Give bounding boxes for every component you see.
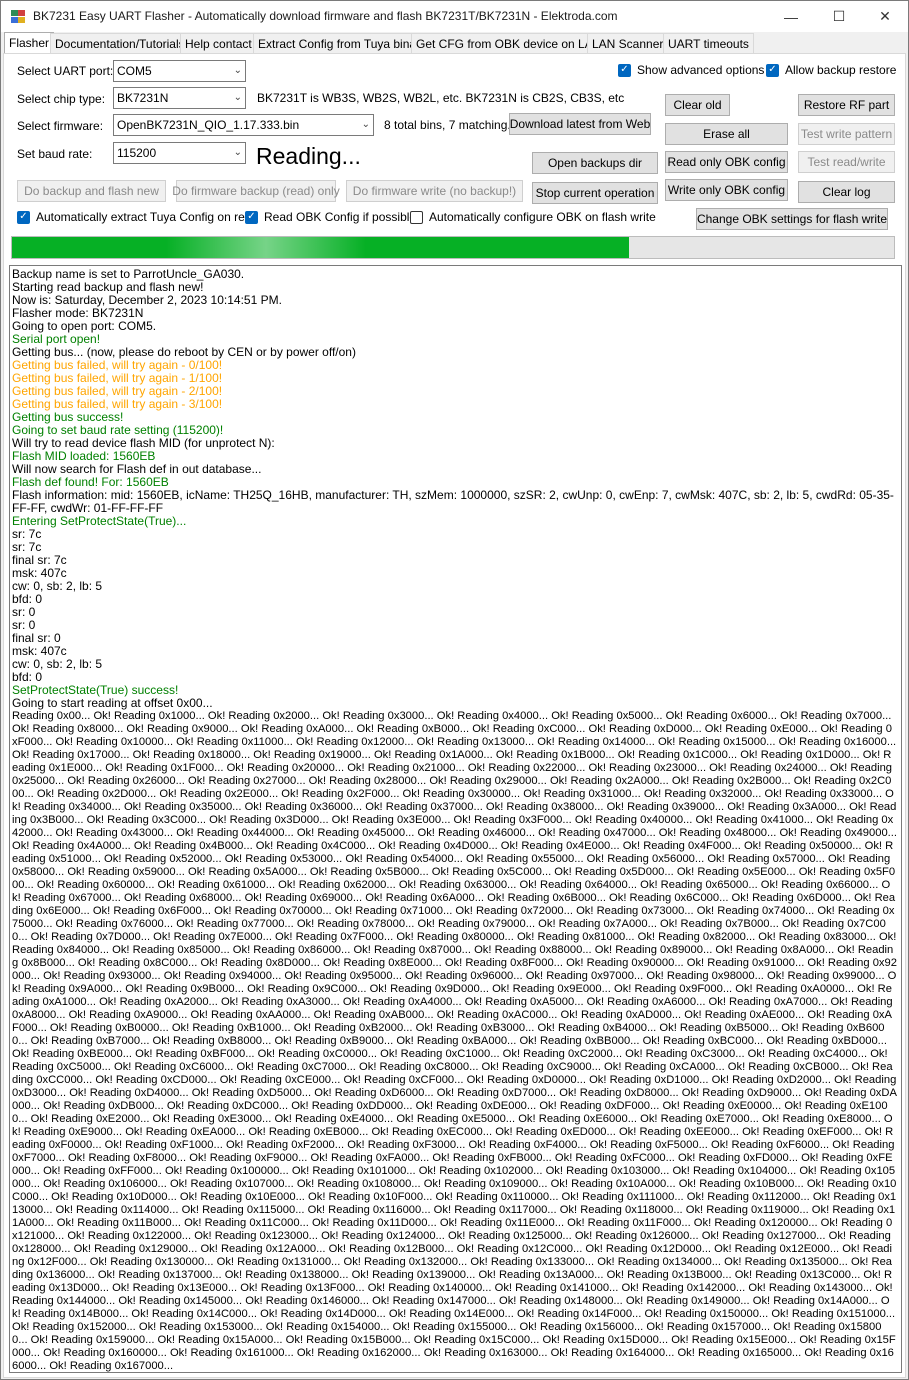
status-text: Reading... — [256, 143, 361, 169]
firmware-select[interactable]: OpenBK7231N_QIO_1.17.333.bin ⌄ — [113, 114, 374, 136]
firmware-count-text: 8 total bins, 7 matching. — [384, 118, 511, 132]
checkbox-check-icon: ✓ — [245, 210, 258, 224]
log-line: sr: 7c — [12, 540, 42, 554]
log-line: bfd: 0 — [12, 592, 43, 606]
log-line: cw: 0, sb: 2, lb: 5 — [12, 579, 103, 593]
checkbox-check-icon — [410, 210, 423, 224]
log-line: cw: 0, sb: 2, lb: 5 — [12, 657, 103, 671]
read-obk-config-checkbox[interactable]: ✓ Read OBK Config if possible — [245, 210, 416, 224]
erase-all-button[interactable]: Erase all — [665, 123, 788, 145]
show-advanced-label: Show advanced options — [637, 63, 765, 77]
log-line: sr: 0 — [12, 605, 36, 619]
uart-port-value: COM5 — [117, 64, 152, 78]
auto-extract-tuya-label: Automatically extract Tuya Config on rea… — [36, 210, 259, 224]
read-obk-config-label: Read OBK Config if possible — [264, 210, 417, 224]
firmware-label: Select firmware: — [17, 119, 104, 133]
tab-lan-scanner[interactable]: LAN Scanner — [587, 33, 669, 53]
chip-info-text: BK7231T is WB3S, WB2S, WB2L, etc. BK7231… — [257, 91, 625, 105]
change-obk-settings-button[interactable]: Change OBK settings for flash write — [696, 208, 888, 230]
test-write-pattern-button[interactable]: Test write pattern — [798, 123, 895, 145]
chip-type-value: BK7231N — [117, 91, 169, 105]
clear-old-button[interactable]: Clear old — [665, 94, 730, 116]
chip-type-label: Select chip type: — [17, 92, 106, 106]
chevron-down-icon: ⌄ — [233, 92, 242, 103]
title-bar[interactable]: BK7231 Easy UART Flasher - Automatically… — [1, 1, 908, 32]
clear-log-button[interactable]: Clear log — [798, 181, 895, 203]
auto-extract-tuya-checkbox[interactable]: ✓ Automatically extract Tuya Config on r… — [17, 210, 258, 224]
log-reading-progress: Reading 0x00... Ok! Reading 0x1000... Ok… — [12, 710, 898, 1372]
progress-fill — [12, 237, 630, 258]
app-window: BK7231 Easy UART Flasher - Automatically… — [0, 0, 909, 1380]
checkbox-check-icon: ✓ — [17, 210, 30, 224]
tab-uart-timeouts[interactable]: UART timeouts — [663, 33, 754, 53]
log-line: sr: 0 — [12, 618, 36, 632]
auto-configure-obk-checkbox[interactable]: Automatically configure OBK on flash wri… — [410, 210, 656, 224]
baud-rate-label: Set baud rate: — [17, 147, 93, 161]
allow-backup-restore-label: Allow backup restore — [785, 63, 897, 77]
chevron-down-icon: ⌄ — [233, 147, 242, 158]
log-line: Flash information: mid: 1560EB, icName: … — [12, 488, 894, 515]
progress-glow — [166, 237, 367, 258]
chip-type-select[interactable]: BK7231N ⌄ — [113, 87, 246, 109]
maximize-icon[interactable]: ☐ — [816, 1, 862, 32]
app-logo-icon — [11, 10, 25, 23]
tab-documentation-tutorials[interactable]: Documentation/Tutorials — [50, 33, 190, 53]
log-line: final sr: 7c — [12, 553, 67, 567]
restore-rf-part-button[interactable]: Restore RF part — [798, 94, 895, 116]
uart-port-select[interactable]: COM5 ⌄ — [113, 60, 246, 82]
tab-help-contact[interactable]: Help contact — [180, 33, 257, 53]
baud-rate-value: 115200 — [117, 146, 157, 160]
backup-and-flash-button[interactable]: Do backup and flash new — [17, 180, 166, 202]
log-line: msk: 407c — [12, 566, 67, 580]
tab-flasher[interactable]: Flasher — [4, 32, 55, 53]
window-title: BK7231 Easy UART Flasher - Automatically… — [33, 9, 618, 23]
log-line: Now is: Saturday, December 2, 2023 10:14… — [12, 293, 282, 307]
read-only-obk-config-button[interactable]: Read only OBK config — [665, 151, 788, 173]
allow-backup-restore-checkbox[interactable]: ✓ Allow backup restore — [766, 63, 896, 77]
checkbox-check-icon: ✓ — [766, 63, 779, 77]
log-line: sr: 7c — [12, 527, 42, 541]
log-output[interactable]: Backup name is set to ParrotUncle_GA030.… — [9, 265, 902, 1373]
baud-rate-select[interactable]: 115200 ⌄ — [113, 142, 246, 164]
log-line: Entering SetProtectState(True)... — [12, 514, 187, 528]
log-line: Going to start reading at offset 0x00... — [12, 696, 213, 710]
write-only-obk-config-button[interactable]: Write only OBK config — [665, 179, 788, 201]
minimize-icon[interactable]: — — [768, 1, 814, 32]
chevron-down-icon: ⌄ — [361, 119, 370, 130]
firmware-write-button[interactable]: Do firmware write (no backup!) — [346, 180, 523, 202]
tab-get-cfg-obk-lan[interactable]: Get CFG from OBK device on LAN — [411, 33, 607, 53]
chevron-down-icon: ⌄ — [233, 65, 242, 76]
open-backups-dir-button[interactable]: Open backups dir — [532, 152, 658, 174]
log-line: Going to open port: COM5. — [12, 319, 157, 333]
checkbox-check-icon: ✓ — [618, 63, 631, 77]
progress-bar — [11, 236, 895, 259]
stop-operation-button[interactable]: Stop current operation — [532, 182, 658, 204]
log-line: msk: 407c — [12, 644, 67, 658]
log-line: Getting bus failed, will try again - 3/1… — [12, 397, 223, 411]
download-latest-button[interactable]: Download latest from Web — [509, 113, 651, 135]
show-advanced-checkbox[interactable]: ✓ Show advanced options — [618, 63, 764, 77]
test-read-write-button[interactable]: Test read/write — [798, 151, 895, 173]
tab-extract-config-tuya[interactable]: Extract Config from Tuya binary — [253, 33, 432, 53]
firmware-value: OpenBK7231N_QIO_1.17.333.bin — [117, 118, 300, 132]
close-icon[interactable]: ✕ — [862, 1, 908, 32]
auto-configure-obk-label: Automatically configure OBK on flash wri… — [429, 210, 656, 224]
firmware-backup-button[interactable]: Do firmware backup (read) only — [172, 180, 340, 202]
uart-port-label: Select UART port: — [17, 64, 114, 78]
log-line: final sr: 0 — [12, 631, 61, 645]
